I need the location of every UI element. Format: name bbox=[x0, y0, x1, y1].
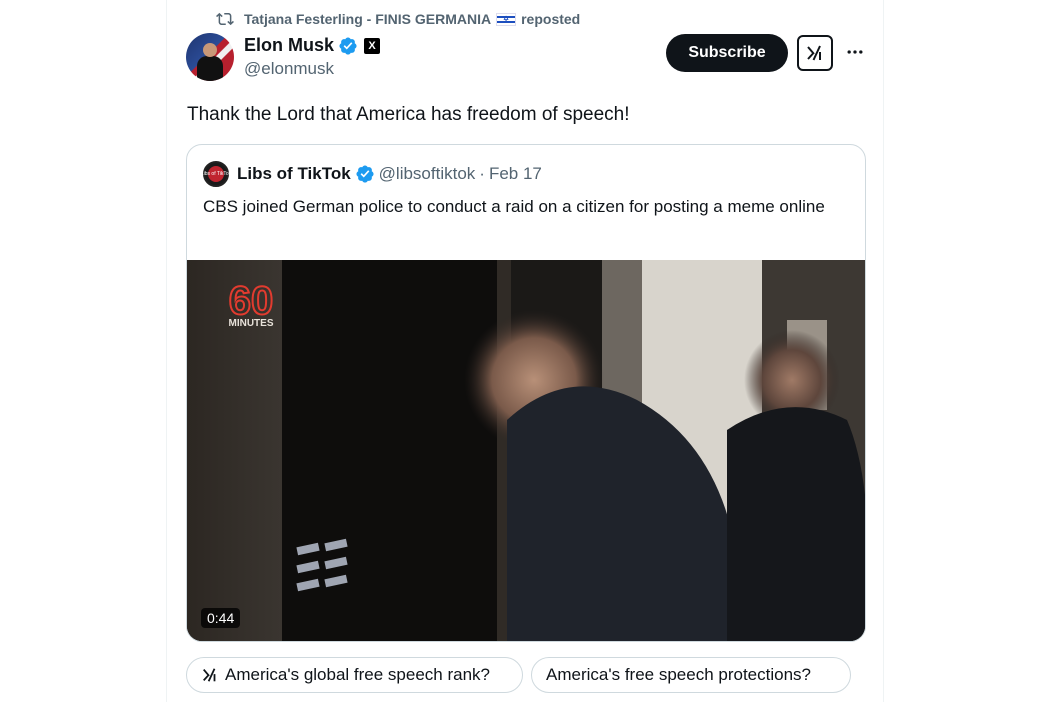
avatar-figure-body bbox=[197, 56, 223, 81]
quoted-author-name[interactable]: Libs of TikTok bbox=[237, 164, 351, 184]
grok-icon bbox=[203, 668, 216, 682]
logo-word: MINUTES bbox=[229, 318, 274, 328]
grok-suggestion-2[interactable]: America's free speech protections? bbox=[531, 657, 851, 693]
quoted-tweet-date[interactable]: Feb 17 bbox=[489, 164, 542, 184]
author-name-row[interactable]: Elon Musk X bbox=[244, 35, 381, 56]
repost-label: reposted bbox=[521, 11, 581, 27]
suggestion-label: America's global free speech rank? bbox=[225, 665, 490, 684]
verified-badge-icon bbox=[356, 165, 374, 183]
repost-user-name[interactable]: Tatjana Festerling - FINIS GERMANIA bbox=[244, 11, 491, 27]
separator-dot: · bbox=[479, 164, 485, 183]
grok-suggestion-1[interactable]: America's global free speech rank? bbox=[186, 657, 523, 693]
logo-number: 60 bbox=[229, 280, 274, 323]
quoted-avatar-logo: Libs of TikTok bbox=[201, 166, 231, 182]
quoted-tweet-text: CBS joined German police to conduct a ra… bbox=[203, 197, 825, 216]
video-player[interactable]: 60 MINUTES 0:44 bbox=[187, 260, 865, 641]
author-handle[interactable]: @elonmusk bbox=[244, 59, 334, 79]
author-name[interactable]: Elon Musk bbox=[244, 35, 334, 56]
tweet-text: Thank the Lord that America has freedom … bbox=[187, 104, 630, 125]
grok-icon bbox=[807, 45, 821, 61]
suggestion-label: America's free speech protections? bbox=[546, 665, 811, 684]
video-frame bbox=[187, 260, 865, 641]
more-icon bbox=[847, 50, 863, 54]
grok-button[interactable] bbox=[797, 35, 833, 71]
quoted-tweet-header: Libs of TikTok Libs of TikTok @libsoftik… bbox=[201, 161, 542, 187]
avatar-figure-head bbox=[203, 43, 217, 57]
quoted-author-handle[interactable]: @libsoftiktok bbox=[379, 164, 476, 184]
repost-icon bbox=[216, 12, 234, 26]
verified-badge-icon bbox=[339, 36, 357, 55]
author-avatar[interactable] bbox=[186, 33, 234, 81]
quoted-author-avatar[interactable]: Libs of TikTok bbox=[201, 161, 231, 187]
video-duration-badge: 0:44 bbox=[201, 608, 241, 628]
affiliate-badge[interactable]: X bbox=[364, 37, 381, 54]
quoted-tweet[interactable]: Libs of TikTok Libs of TikTok @libsoftik… bbox=[186, 144, 866, 642]
subscribe-button[interactable]: Subscribe bbox=[666, 34, 788, 72]
more-options-button[interactable] bbox=[843, 40, 867, 64]
repost-indicator[interactable]: Tatjana Festerling - FINIS GERMANIA ✡ re… bbox=[216, 9, 580, 29]
sixty-minutes-logo: 60 MINUTES bbox=[228, 280, 275, 328]
israel-flag-icon: ✡ bbox=[496, 12, 517, 26]
